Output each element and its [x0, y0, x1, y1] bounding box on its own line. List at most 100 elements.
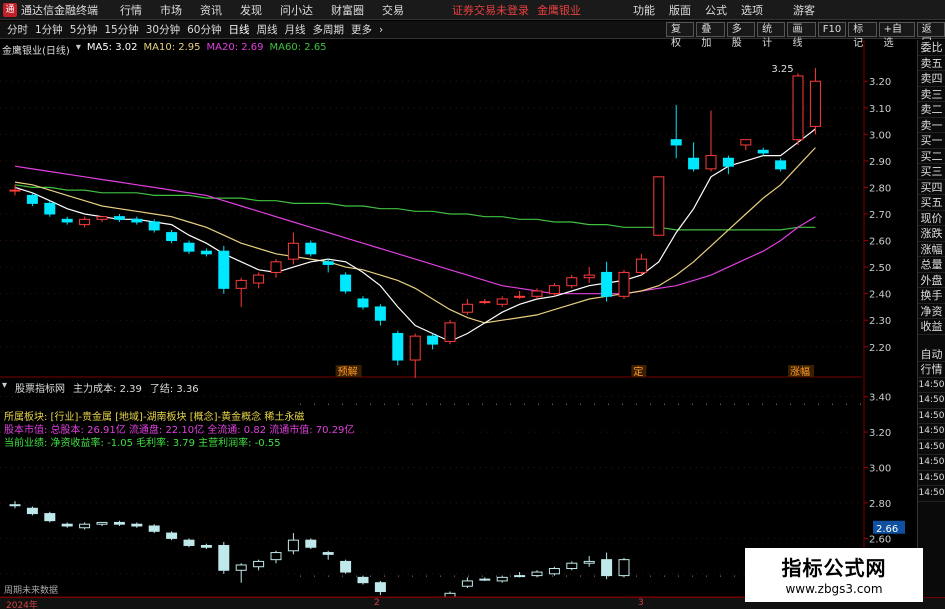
high-label: 3.25: [771, 64, 793, 75]
sidebar-item-4[interactable]: 卖二: [918, 102, 945, 118]
sidebar-item-27[interactable]: 14:50: [918, 471, 945, 486]
back-button[interactable]: 返回: [916, 22, 945, 49]
sidebar-item-18[interactable]: 收益: [918, 319, 945, 335]
sidebar-item-28[interactable]: 14:50: [918, 486, 945, 502]
sidebar-item-21[interactable]: 14:50: [918, 378, 945, 393]
sidebar-item-22[interactable]: 14:50: [918, 393, 945, 409]
function-button[interactable]: 功能: [633, 2, 655, 18]
axis-label: 2.50: [869, 263, 891, 274]
login-warning[interactable]: 证券交易未登录: [452, 2, 529, 18]
period-1min[interactable]: 1分钟: [35, 22, 63, 37]
f10-button[interactable]: F10: [817, 22, 847, 37]
sidebar-item-24[interactable]: 14:50: [918, 424, 945, 440]
stop-dot: [790, 403, 791, 405]
stop-dot: [804, 403, 805, 405]
multi-stock-button[interactable]: 多股: [726, 22, 756, 49]
menu-news[interactable]: 资讯: [200, 2, 222, 18]
menu-market[interactable]: 市场: [160, 2, 182, 18]
period-weekly[interactable]: 周线: [257, 22, 278, 37]
period-monthly[interactable]: 月线: [285, 22, 306, 37]
layout-button[interactable]: 版面: [669, 2, 691, 18]
sidebar-item-20[interactable]: 行情: [918, 362, 945, 378]
ma60-line: [14, 184, 816, 231]
sidebar-item-14[interactable]: 总量: [918, 257, 945, 273]
quote-sidebar: 委比 卖五 卖四 卖三 卖二 卖一 买一 买二 买三 买四 买五 现价 涨跌 涨幅 总量 外盘 换手 净资 收益自动…: [917, 40, 945, 598]
candle-body: [131, 218, 143, 223]
sub-settings-icon[interactable]: ▾: [2, 380, 7, 395]
sidebar-item-15[interactable]: 外盘: [918, 273, 945, 288]
cost-dot: [552, 575, 553, 577]
menu-discover[interactable]: 发现: [240, 2, 262, 18]
stop-dot: [566, 403, 567, 405]
sidebar-item-12[interactable]: 涨跌: [918, 226, 945, 242]
candle-body: [79, 218, 91, 226]
cost-dot: [370, 575, 371, 577]
menu-wealth[interactable]: 财富圈: [331, 2, 364, 18]
candle-body: [305, 242, 317, 255]
draw-button[interactable]: 画线: [787, 22, 816, 49]
overlay-button[interactable]: 叠加: [696, 22, 725, 49]
period-tick[interactable]: 分时: [7, 22, 28, 37]
sub-candle-body: [305, 539, 317, 548]
period-more[interactable]: 更多: [351, 22, 372, 37]
options-button[interactable]: 选项: [741, 2, 763, 18]
candle-body: [444, 322, 456, 342]
menu-ask[interactable]: 问小达: [280, 2, 313, 18]
menu-trade[interactable]: 交易: [382, 2, 404, 18]
add-watchlist-button[interactable]: +自选: [878, 22, 915, 49]
period-15min[interactable]: 15分钟: [104, 22, 138, 37]
more-chevron-icon[interactable]: ›: [379, 24, 383, 36]
stop-dot: [384, 403, 385, 405]
period-multi[interactable]: 多周期: [313, 22, 345, 37]
period-30min[interactable]: 30分钟: [146, 22, 180, 37]
sidebar-item-25[interactable]: 14:50: [918, 440, 945, 455]
candle-body: [357, 298, 369, 308]
candle-body: [479, 301, 491, 304]
guest-button[interactable]: 游客: [793, 2, 815, 18]
sidebar-item-11[interactable]: 现价: [918, 211, 945, 226]
cost-dot: [454, 575, 455, 577]
axis-label: 2.70: [869, 210, 891, 221]
cost-dot: [496, 575, 497, 577]
candle-body: [218, 250, 230, 289]
sidebar-item-1[interactable]: 卖五: [918, 56, 945, 71]
candle-body: [253, 274, 265, 284]
candle-body: [775, 160, 787, 170]
sidebar-item-7[interactable]: 买二: [918, 149, 945, 164]
menu-quotes[interactable]: 行情: [120, 2, 142, 18]
sidebar-item-17[interactable]: 净资: [918, 304, 945, 319]
stop-dot: [426, 403, 427, 405]
sub-axis-label: 2.80: [869, 499, 891, 510]
sidebar-item-6[interactable]: 买一: [918, 133, 945, 149]
candle-body: [809, 80, 821, 127]
adjust-button[interactable]: 复权: [666, 22, 695, 49]
sidebar-item-19[interactable]: 自动: [918, 347, 945, 362]
period-daily[interactable]: 日线: [229, 22, 250, 37]
sidebar-item-0[interactable]: 委比: [918, 40, 945, 56]
sidebar-item-10[interactable]: 买五: [918, 195, 945, 211]
stats-button[interactable]: 统计: [757, 22, 786, 49]
sidebar-item-9[interactable]: 买四: [918, 180, 945, 195]
sidebar-item-3[interactable]: 卖三: [918, 87, 945, 102]
stop-dot: [832, 403, 833, 405]
sidebar-item-13[interactable]: 涨幅: [918, 242, 945, 257]
candle-body: [670, 139, 682, 146]
stop-dot: [622, 403, 623, 405]
sub-axis-label: 2.60: [869, 534, 891, 545]
sub-candle-body: [322, 552, 334, 555]
period-60min[interactable]: 60分钟: [187, 22, 221, 37]
axis-label: 2.60: [869, 237, 891, 248]
stop-dot: [314, 403, 315, 405]
sidebar-item-5[interactable]: 卖一: [918, 118, 945, 133]
sidebar-item-26[interactable]: 14:50: [918, 455, 945, 471]
price-chart[interactable]: 3.25←2.05预解定涨幅: [0, 40, 892, 378]
main-cost: 主力成本: 2.39: [73, 384, 142, 395]
sidebar-item-23[interactable]: 14:50: [918, 409, 945, 424]
sidebar-item-8[interactable]: 买三: [918, 164, 945, 180]
sidebar-item-16[interactable]: 换手: [918, 288, 945, 304]
formula-button[interactable]: 公式: [705, 2, 727, 18]
period-5min[interactable]: 5分钟: [70, 22, 98, 37]
sidebar-item-2[interactable]: 卖四: [918, 71, 945, 87]
mark-button[interactable]: 标记: [848, 22, 877, 49]
sub-candle-body: [461, 580, 473, 587]
